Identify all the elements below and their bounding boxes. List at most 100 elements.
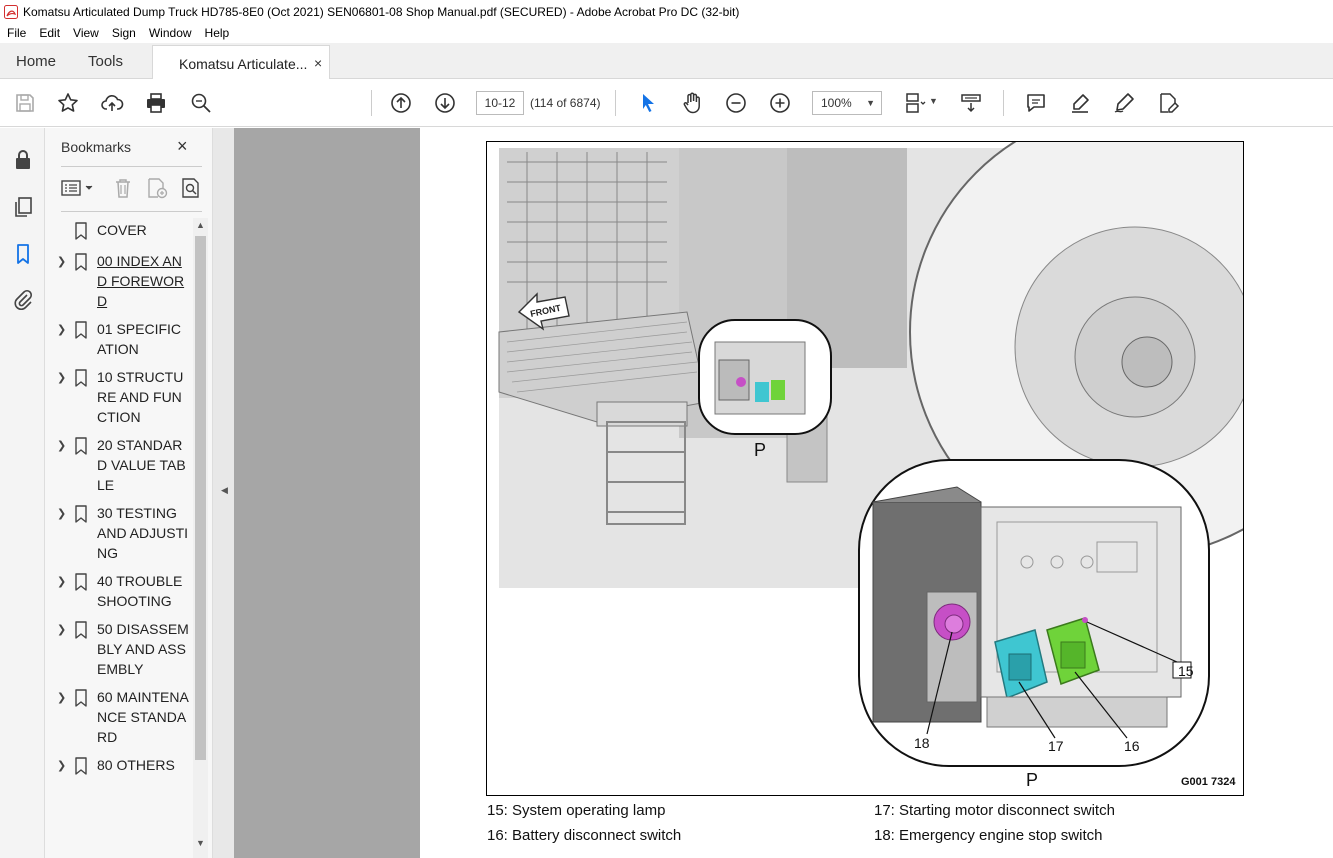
main-toolbar [0, 79, 1333, 127]
bookmark-label: 01 SPECIFICATION [97, 321, 182, 357]
bookmark-item[interactable]: ❯ 50 DISASSEMBLY AND ASSEMBLY [57, 619, 193, 679]
bookmark-label: 00 INDEX AND FOREWORD [97, 253, 185, 309]
chevron-down-icon: ▼ [866, 98, 875, 108]
zoom-value: 100% [821, 96, 852, 110]
bookmark-label: 80 OTHERS [97, 757, 175, 773]
bookmark-options-icon[interactable] [61, 176, 97, 202]
tab-document[interactable]: Komatsu Articulate... × [152, 45, 330, 80]
tab-document-label: Komatsu Articulate... [179, 56, 308, 72]
zoom-select[interactable]: 100% ▼ [812, 91, 882, 115]
hand-tool-icon[interactable] [680, 91, 704, 115]
toolbar-separator [615, 90, 616, 116]
detail-label-large: P [1026, 770, 1039, 790]
caption-15: 15: System operating lamp [487, 802, 666, 819]
save-icon[interactable] [13, 91, 37, 115]
chevron-right-icon[interactable]: ❯ [57, 503, 69, 563]
page-fit-icon[interactable] [904, 91, 928, 115]
chevron-right-icon[interactable]: ❯ [57, 319, 69, 359]
menu-help[interactable]: Help [198, 26, 236, 40]
menu-window[interactable]: Window [142, 26, 198, 40]
menu-edit[interactable]: Edit [32, 26, 66, 40]
chevron-right-icon[interactable]: ❯ [57, 435, 69, 495]
bookmark-item[interactable]: ❯ 80 OTHERS [57, 755, 193, 778]
bookmark-item[interactable]: ❯ 01 SPECIFICATION [57, 319, 193, 359]
chevron-right-icon[interactable]: ❯ [57, 619, 69, 679]
highlight-pen-icon[interactable] [1068, 91, 1092, 115]
toolbar-separator [371, 90, 372, 116]
menu-view[interactable]: View [66, 26, 105, 40]
scrollbar-thumb[interactable] [195, 236, 206, 760]
sign-pen-icon[interactable] [1112, 91, 1136, 115]
chevron-right-icon[interactable]: ❯ [57, 755, 69, 778]
callout-15: 15 [1178, 663, 1194, 679]
lock-icon[interactable] [11, 148, 35, 172]
star-icon[interactable] [56, 91, 80, 115]
attachment-icon[interactable] [11, 288, 35, 312]
find-bookmark-icon[interactable] [179, 176, 203, 202]
toolbar-separator [1003, 90, 1004, 116]
bookmark-item[interactable]: ❯ 10 STRUCTURE AND FUNCTION [57, 367, 193, 427]
collapse-panel-icon[interactable]: ◀ [221, 485, 228, 496]
bookmark-item[interactable]: ❯ 00 INDEX AND FOREWORD [57, 251, 193, 311]
page-thumbnails-icon[interactable] [11, 195, 35, 219]
menu-file[interactable]: File [0, 26, 32, 40]
bookmark-item[interactable]: ❯ 20 STANDARD VALUE TABLE [57, 435, 193, 495]
bookmark-label: COVER [97, 222, 147, 238]
zoom-out-icon[interactable] [724, 91, 748, 115]
next-page-icon[interactable] [433, 91, 457, 115]
divider [61, 211, 202, 212]
chevron-right-icon[interactable]: ❯ [57, 687, 69, 747]
bookmark-icon [69, 571, 97, 611]
bookmark-label: 60 MAINTENANCE STANDARD [97, 689, 189, 745]
fill-sign-icon[interactable] [1156, 91, 1180, 115]
menu-bar: File Edit View Sign Window Help [0, 23, 1333, 43]
tab-home[interactable]: Home [16, 53, 56, 70]
bookmark-item[interactable]: COVER [57, 220, 193, 243]
upload-cloud-icon[interactable] [100, 91, 124, 115]
chevron-down-icon[interactable]: ▼ [929, 96, 938, 106]
previous-page-icon[interactable] [389, 91, 413, 115]
left-rail [0, 128, 45, 858]
bookmark-panel-icon[interactable] [11, 242, 35, 266]
caption-17: 17: Starting motor disconnect switch [874, 802, 1115, 819]
zoom-search-icon[interactable] [189, 91, 213, 115]
chevron-right-icon[interactable]: ❯ [57, 251, 69, 311]
chevron-right-icon[interactable]: ❯ [57, 571, 69, 611]
tab-tools[interactable]: Tools [88, 53, 123, 70]
delete-bookmark-icon[interactable] [111, 176, 135, 202]
bookmark-icon [69, 220, 97, 243]
callout-17: 17 [1048, 738, 1064, 754]
chevron-up-icon[interactable]: ▲ [196, 220, 205, 230]
chevron-right-icon[interactable]: ❯ [57, 367, 69, 427]
bookmarks-panel: Bookmarks × COVER ❯ 00 INDEX AND FOREWORD… [45, 128, 212, 858]
zoom-in-icon[interactable] [768, 91, 792, 115]
tab-bar: Home Tools Komatsu Articulate... × [0, 43, 1333, 80]
new-bookmark-icon[interactable] [145, 176, 169, 202]
truck-illustration: FRONT [498, 142, 1243, 767]
page-count: (114 of 6874) [530, 96, 601, 110]
print-icon[interactable] [144, 91, 168, 115]
page-number-input[interactable]: 10-12 [476, 91, 524, 115]
bookmark-label: 10 STRUCTURE AND FUNCTION [97, 369, 184, 425]
bookmark-icon [69, 619, 97, 679]
window-title: Komatsu Articulated Dump Truck HD785-8E0… [23, 4, 740, 19]
acrobat-icon [4, 4, 18, 19]
select-cursor-icon[interactable] [636, 91, 660, 115]
bookmark-item[interactable]: ❯ 60 MAINTENANCE STANDARD [57, 687, 193, 747]
bookmark-icon [69, 435, 97, 495]
scroll-mode-icon[interactable] [959, 91, 983, 115]
bookmarks-scrollbar[interactable]: ▲ ▼ [193, 218, 208, 858]
tab-close-icon[interactable]: × [314, 55, 322, 71]
close-icon[interactable]: × [177, 136, 188, 157]
panel-splitter[interactable]: ◀ [212, 128, 234, 858]
bookmark-icon [69, 251, 97, 311]
bookmark-icon [69, 319, 97, 359]
bookmark-item[interactable]: ❯ 30 TESTING AND ADJUSTING [57, 503, 193, 563]
detail-label-small: P [754, 440, 767, 460]
bookmark-icon [69, 687, 97, 747]
bookmark-item[interactable]: ❯ 40 TROUBLESHOOTING [57, 571, 193, 611]
menu-sign[interactable]: Sign [105, 26, 142, 40]
chevron-down-icon[interactable]: ▼ [196, 838, 205, 848]
comment-icon[interactable] [1024, 91, 1048, 115]
illustration: FRONT [486, 141, 1244, 796]
